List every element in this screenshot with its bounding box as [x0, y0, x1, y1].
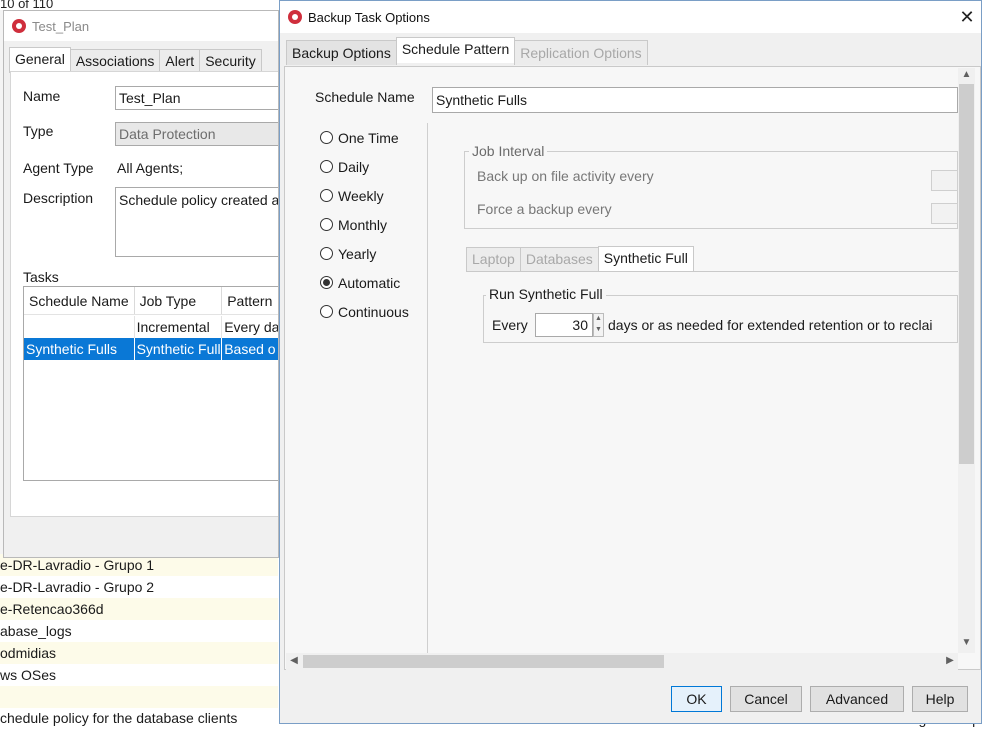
table-row[interactable]: Incremental Every da [24, 316, 279, 338]
scroll-right-icon[interactable]: ▶ [942, 654, 958, 668]
description-label: Description [23, 190, 94, 206]
record-count: 10 of 110 [0, 0, 54, 10]
radio-button-icon [320, 247, 333, 260]
app-logo-icon [288, 10, 302, 24]
list-item[interactable]: e-Retencao366d [0, 598, 278, 620]
scroll-left-icon[interactable]: ◀ [286, 654, 302, 668]
tab-backup-options[interactable]: Backup Options [286, 40, 397, 65]
tab-schedule-pattern[interactable]: Schedule Pattern [395, 37, 516, 63]
column-header-schedule-name[interactable]: Schedule Name [24, 287, 135, 314]
backup-task-options-dialog: Backup Task Options ✕ Backup Options Sch… [279, 0, 982, 724]
title-bar: Backup Task Options ✕ [280, 1, 981, 33]
days-spinner-input[interactable]: 30 [535, 313, 593, 337]
tab-synthetic-full[interactable]: Synthetic Full [597, 246, 694, 271]
radio-button-icon [320, 189, 333, 202]
window-title: Test_Plan [32, 19, 90, 34]
run-synthetic-full-legend: Run Synthetic Full [486, 286, 606, 302]
table-cell [24, 316, 135, 338]
tab-replication-options: Replication Options [514, 40, 648, 65]
description-field[interactable]: Schedule policy created a [115, 187, 278, 257]
scrollbar-thumb[interactable] [303, 655, 664, 668]
agent-type-label: Agent Type [23, 160, 94, 176]
radio-button-icon [320, 160, 333, 173]
frequency-radio-group: One Time Daily Weekly Monthly Yearly Aut… [320, 123, 430, 326]
type-label: Type [23, 123, 54, 139]
list-item[interactable]: abase_logs [0, 620, 278, 642]
tasks-table: Schedule Name Job Type Pattern Increment… [23, 286, 279, 481]
spinner-down-icon[interactable]: ▼ [594, 325, 603, 336]
radio-yearly[interactable]: Yearly [320, 239, 430, 268]
job-interval-legend: Job Interval [469, 143, 548, 159]
tab-alert[interactable]: Alert [159, 49, 201, 73]
radio-selected-icon [320, 276, 333, 289]
column-header-pattern[interactable]: Pattern [222, 287, 278, 314]
force-backup-field [931, 203, 958, 224]
ok-button[interactable]: OK [671, 686, 722, 712]
tab-bar: Backup Options Schedule Pattern Replicat… [286, 37, 648, 65]
name-field[interactable]: Test_Plan [115, 86, 278, 110]
tab-general[interactable]: General [9, 47, 71, 73]
cancel-button[interactable]: Cancel [730, 686, 802, 712]
tab-bar: General Associations Alert Security [9, 47, 262, 73]
radio-button-icon [320, 305, 333, 318]
title-bar: Test_Plan [4, 11, 278, 41]
file-activity-field [931, 170, 958, 191]
vertical-scrollbar[interactable]: ▲ ▼ [958, 68, 975, 653]
scrollbar-thumb[interactable] [959, 84, 974, 464]
radio-continuous[interactable]: Continuous [320, 297, 430, 326]
help-button[interactable]: Help [912, 686, 968, 712]
column-header-job-type[interactable]: Job Type [135, 287, 223, 314]
scroll-up-icon[interactable]: ▲ [958, 68, 975, 84]
radio-daily[interactable]: Daily [320, 152, 430, 181]
retention-text: days or as needed for extended retention… [608, 317, 933, 333]
name-label: Name [23, 88, 61, 104]
table-cell: Every da [224, 319, 279, 335]
horizontal-scrollbar[interactable]: ◀ ▶ [286, 653, 958, 670]
radio-weekly[interactable]: Weekly [320, 181, 430, 210]
table-cell: Incremental [135, 316, 223, 338]
schedule-name-field[interactable]: Synthetic Fulls [432, 87, 958, 113]
radio-button-icon [320, 218, 333, 231]
scroll-down-icon[interactable]: ▼ [958, 636, 975, 652]
force-backup-label: Force a backup every [477, 201, 612, 217]
tasks-table-header: Schedule Name Job Type Pattern [24, 287, 278, 315]
tab-security[interactable]: Security [199, 49, 262, 73]
close-icon[interactable]: ✕ [956, 6, 978, 28]
job-interval-group [464, 151, 958, 229]
dialog-title: Backup Task Options [308, 10, 430, 25]
schedule-name-label: Schedule Name [315, 89, 415, 105]
table-cell: Synthetic Full [135, 338, 223, 360]
list-item[interactable]: ws OSes [0, 664, 278, 686]
radio-one-time[interactable]: One Time [320, 123, 430, 152]
radio-automatic[interactable]: Automatic [320, 268, 430, 297]
spinner-up-icon[interactable]: ▲ [594, 314, 603, 325]
tab-associations[interactable]: Associations [69, 49, 161, 73]
every-label: Every [492, 317, 528, 333]
list-item[interactable]: odmidias [0, 642, 278, 664]
table-row-selected[interactable]: Synthetic Fulls Synthetic Full Based o [24, 338, 278, 360]
inner-tab-bar: Laptop Databases Synthetic Full [466, 246, 694, 271]
table-cell: Based o [224, 341, 276, 357]
agent-type-value: All Agents; [117, 160, 184, 176]
tasks-label: Tasks [23, 269, 59, 285]
list-item[interactable]: e-DR-Lavradio - Grupo 2 [0, 576, 278, 598]
type-field: Data Protection [115, 122, 278, 146]
tab-laptop: Laptop [466, 247, 521, 271]
advanced-button[interactable]: Advanced [810, 686, 904, 712]
days-spinner[interactable]: ▲ ▼ [593, 313, 604, 337]
radio-monthly[interactable]: Monthly [320, 210, 430, 239]
radio-button-icon [320, 131, 333, 144]
test-plan-window: Test_Plan General Associations Alert Sec… [3, 10, 279, 558]
list-item[interactable]: chedule policy for the database clients [0, 708, 278, 730]
file-activity-label: Back up on file activity every [477, 168, 654, 184]
table-cell: Synthetic Fulls [24, 338, 135, 360]
app-logo-icon [12, 19, 26, 33]
list-item[interactable] [0, 686, 278, 708]
tab-databases: Databases [519, 247, 599, 271]
divider [427, 123, 428, 653]
